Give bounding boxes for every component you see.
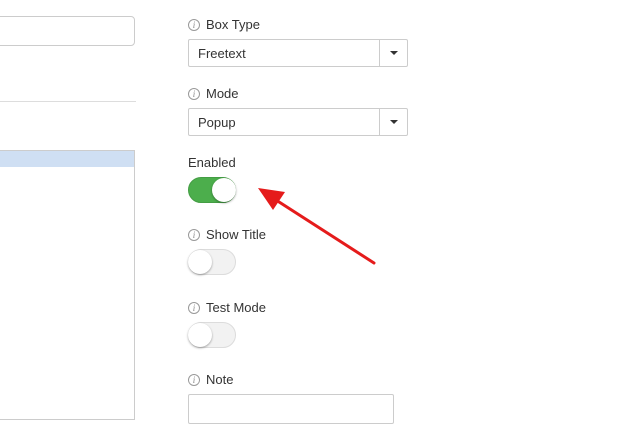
info-icon[interactable]: i <box>188 301 200 314</box>
toggle-knob <box>212 178 236 202</box>
mode-label: i Mode <box>188 86 239 101</box>
mode-dropdown-button[interactable] <box>379 109 407 135</box>
toggle-knob <box>188 323 212 347</box>
info-icon[interactable]: i <box>188 228 200 241</box>
mode-select[interactable]: Popup <box>188 108 408 136</box>
arrow-shaft <box>274 198 376 265</box>
show-title-label-text: Show Title <box>206 227 266 242</box>
enabled-label: Enabled <box>188 155 236 170</box>
box-type-dropdown-button[interactable] <box>379 40 407 66</box>
note-label-text: Note <box>206 372 234 387</box>
test-mode-label: i Test Mode <box>188 300 266 315</box>
box-type-label: i Box Type <box>188 17 260 32</box>
note-label: i Note <box>188 372 233 387</box>
note-input[interactable] <box>188 394 394 424</box>
enabled-label-text: Enabled <box>188 155 236 170</box>
mode-label-text: Mode <box>206 86 239 101</box>
show-title-label: i Show Title <box>188 227 266 242</box>
list-item-selected[interactable] <box>0 151 134 167</box>
box-type-select[interactable]: Freetext <box>188 39 408 67</box>
enabled-toggle[interactable] <box>188 177 236 203</box>
left-divider <box>0 101 136 102</box>
toggle-knob <box>188 250 212 274</box>
box-type-value: Freetext <box>198 45 246 61</box>
test-mode-toggle[interactable] <box>188 322 236 348</box>
info-icon[interactable]: i <box>188 18 200 31</box>
chevron-down-icon <box>389 120 398 124</box>
show-title-toggle[interactable] <box>188 249 236 275</box>
arrow-head <box>258 188 285 210</box>
box-type-label-text: Box Type <box>206 17 260 32</box>
left-text-input[interactable] <box>0 16 135 46</box>
chevron-down-icon <box>389 51 398 55</box>
info-icon[interactable]: i <box>188 373 200 386</box>
mode-value: Popup <box>198 114 236 130</box>
test-mode-label-text: Test Mode <box>206 300 266 315</box>
info-icon[interactable]: i <box>188 87 200 100</box>
left-list[interactable] <box>0 150 135 420</box>
